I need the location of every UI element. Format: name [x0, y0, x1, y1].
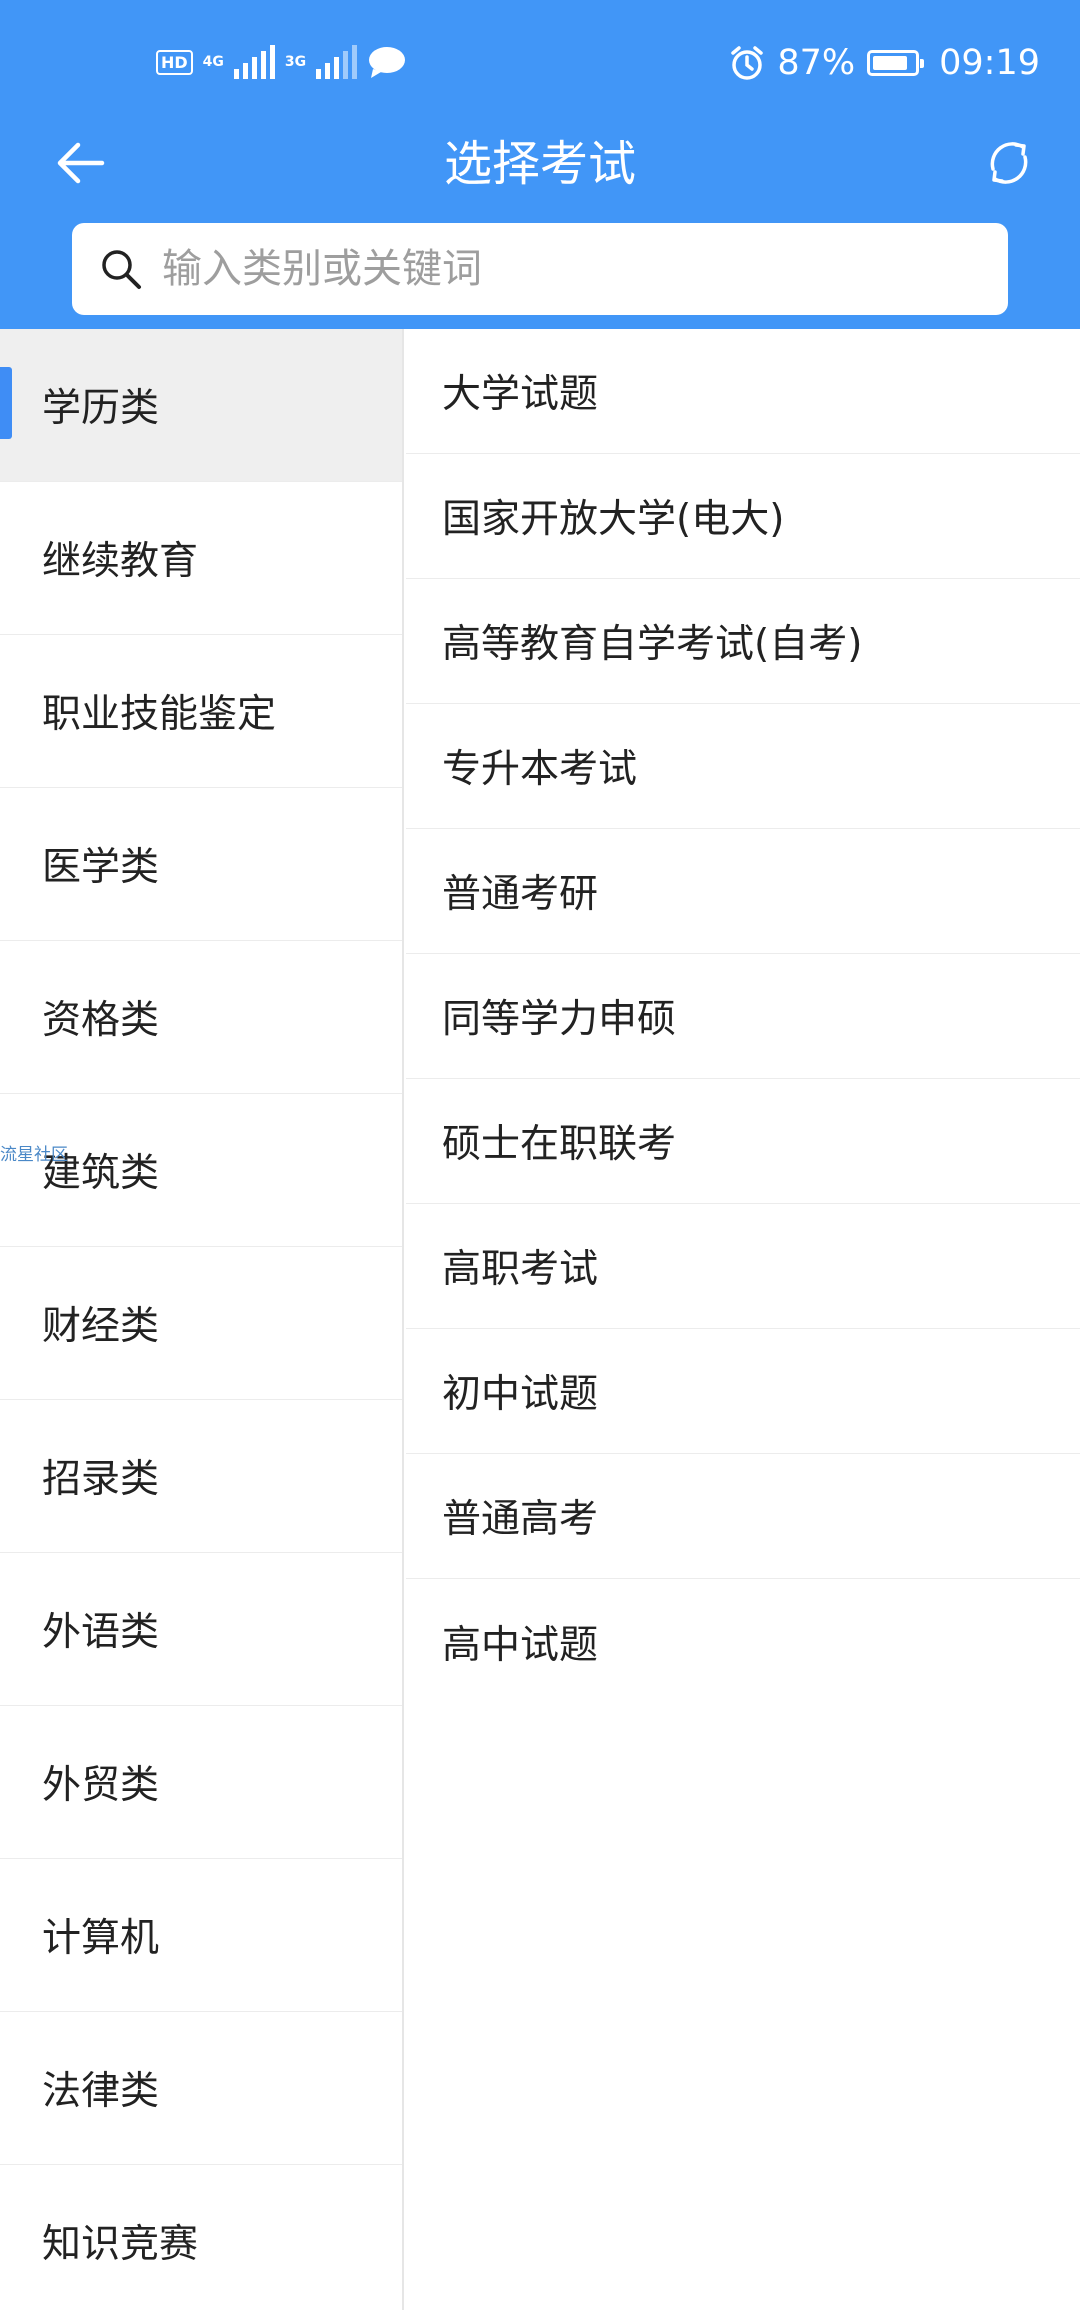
status-bar: HD 4G 3G 87% 09:19 — [0, 0, 1080, 125]
sidebar-item-recruitment[interactable]: 招录类 — [0, 1400, 402, 1553]
sidebar-item-label: 继续教育 — [42, 539, 199, 584]
sidebar-item-knowledge-contest[interactable]: 知识竞赛 — [0, 2165, 402, 2310]
hd-icon: HD — [156, 49, 193, 75]
refresh-button[interactable] — [974, 128, 1044, 198]
alarm-icon — [731, 46, 764, 80]
exam-item-university[interactable]: 大学试题 — [406, 329, 1080, 454]
sidebar-item-label: 法律类 — [42, 2069, 160, 2114]
sidebar-item-construction[interactable]: 建筑类 — [0, 1094, 402, 1247]
clock: 09:19 — [939, 43, 1040, 83]
exam-item-vocational-college[interactable]: 高职考试 — [406, 1204, 1080, 1329]
exam-item-equivalent-master[interactable]: 同等学力申硕 — [406, 954, 1080, 1079]
sidebar-item-label: 学历类 — [42, 386, 160, 431]
page-title: 选择考试 — [443, 136, 636, 192]
exam-item-self-study-exam[interactable]: 高等教育自学考试(自考) — [406, 579, 1080, 704]
sidebar-item-label: 招录类 — [42, 1457, 160, 1502]
sidebar-item-medical[interactable]: 医学类 — [0, 788, 402, 941]
exam-item-gaokao[interactable]: 普通高考 — [406, 1454, 1080, 1579]
signal-icon-1 — [233, 45, 275, 79]
sidebar-item-foreign-language[interactable]: 外语类 — [0, 1553, 402, 1706]
sidebar-item-label: 职业技能鉴定 — [42, 692, 277, 737]
sidebar-item-label: 医学类 — [42, 845, 160, 890]
sidebar-item-label: 外语类 — [42, 1610, 160, 1655]
search-bar[interactable] — [72, 223, 1008, 315]
sidebar-item-label: 资格类 — [42, 998, 160, 1043]
exam-item-upgrade-bachelor[interactable]: 专升本考试 — [406, 704, 1080, 829]
message-icon — [369, 47, 406, 78]
battery-percent: 87% — [777, 43, 856, 83]
status-left-icons: HD 4G 3G — [156, 42, 407, 82]
search-input[interactable] — [160, 245, 964, 293]
exam-item-junior-high[interactable]: 初中试题 — [406, 1329, 1080, 1454]
watermark-text: 流星社区 — [0, 1145, 68, 1165]
sidebar-item-vocational-skills[interactable]: 职业技能鉴定 — [0, 635, 402, 788]
sidebar-item-label: 知识竞赛 — [42, 2222, 199, 2267]
app-header: HD 4G 3G 87% 09:19 选择考试 输入类别或关键词 — [0, 0, 1080, 329]
status-right-icons: 87% 09:19 — [729, 38, 1040, 88]
sidebar-item-continuing-education[interactable]: 继续教育 — [0, 482, 402, 635]
network-type-2: 3G — [284, 53, 307, 70]
sidebar-item-computer[interactable]: 计算机 — [0, 1859, 402, 2012]
sidebar-item-qualification[interactable]: 资格类 — [0, 941, 402, 1094]
sidebar-item-label: 计算机 — [42, 1916, 160, 1961]
exam-item-open-university[interactable]: 国家开放大学(电大) — [406, 454, 1080, 579]
exam-list: 大学试题 国家开放大学(电大) 高等教育自学考试(自考) 专升本考试 普通考研 … — [406, 329, 1080, 1704]
signal-icon-2 — [316, 45, 358, 79]
sidebar-item-foreign-trade[interactable]: 外贸类 — [0, 1706, 402, 1859]
battery-level — [873, 56, 908, 70]
category-sidebar: 学历类 继续教育 职业技能鉴定 医学类 资格类 建筑类 财经类 招录类 外语类 … — [0, 329, 404, 2310]
sidebar-item-law[interactable]: 法律类 — [0, 2012, 402, 2165]
network-type-1: 4G — [202, 53, 224, 70]
refresh-icon — [990, 142, 1028, 184]
sidebar-item-finance[interactable]: 财经类 — [0, 1247, 402, 1400]
battery-icon — [867, 50, 925, 76]
sidebar-item-label: 财经类 — [42, 1304, 160, 1349]
sidebar-item-education[interactable]: 学历类 — [0, 329, 402, 482]
exam-item-inservice-master[interactable]: 硕士在职联考 — [406, 1079, 1080, 1204]
search-icon — [102, 250, 141, 289]
exam-item-senior-high[interactable]: 高中试题 — [406, 1579, 1080, 1704]
exam-item-postgraduate[interactable]: 普通考研 — [406, 829, 1080, 954]
sidebar-item-label: 外贸类 — [42, 1763, 160, 1808]
